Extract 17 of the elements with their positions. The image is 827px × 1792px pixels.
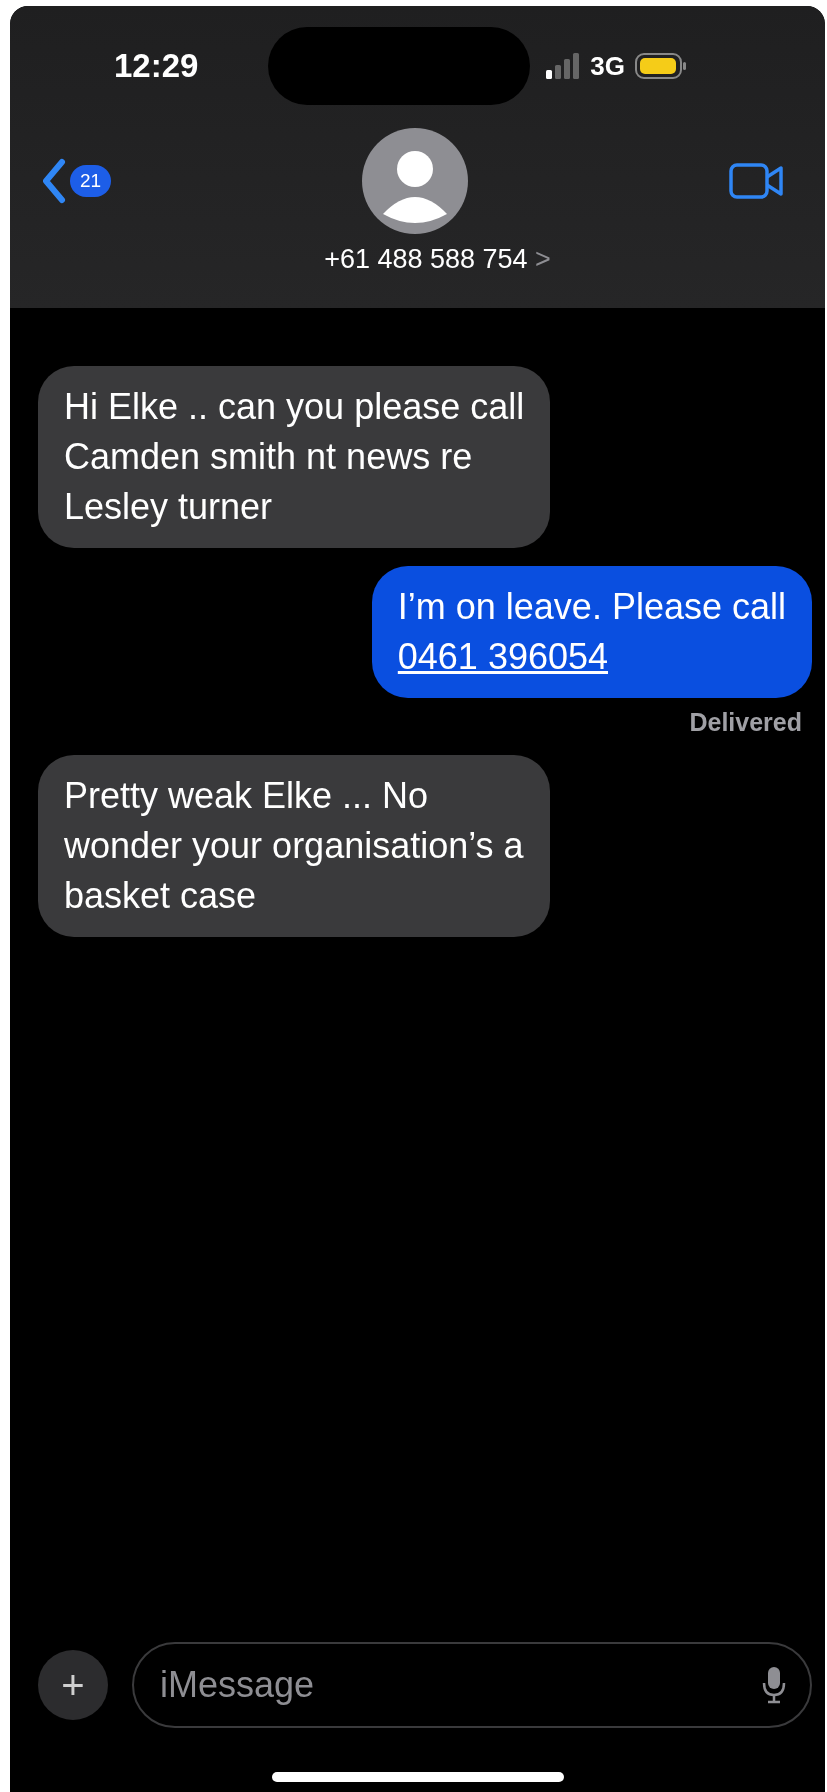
avatar-icon[interactable] <box>362 128 469 234</box>
back-chevron-icon[interactable] <box>40 158 68 204</box>
delivery-status: Delivered <box>689 708 802 737</box>
message-text: Hi Elke .. can you please call Camden smith nt news re Lesley turner <box>64 385 525 529</box>
add-button[interactable]: + <box>38 1650 108 1720</box>
signal-icon <box>546 53 581 79</box>
microphone-icon[interactable] <box>762 1666 786 1704</box>
contact-name[interactable]: +61 488 588 754 > <box>284 244 551 275</box>
network-label: 3G <box>590 50 625 82</box>
message-text: I’m on leave. Please call 0461 396054 <box>397 585 786 679</box>
phone-link[interactable]: 0461 396054 <box>397 636 608 677</box>
status-time: 12:29 <box>114 47 200 85</box>
message-field[interactable]: iMessage <box>132 1642 812 1728</box>
battery-icon <box>635 52 687 80</box>
message-text: Pretty weak Elke ... No wonder your organisation’s a basket case <box>64 774 524 918</box>
back-button[interactable]: 21 <box>40 158 112 204</box>
video-call-icon[interactable] <box>729 161 785 201</box>
